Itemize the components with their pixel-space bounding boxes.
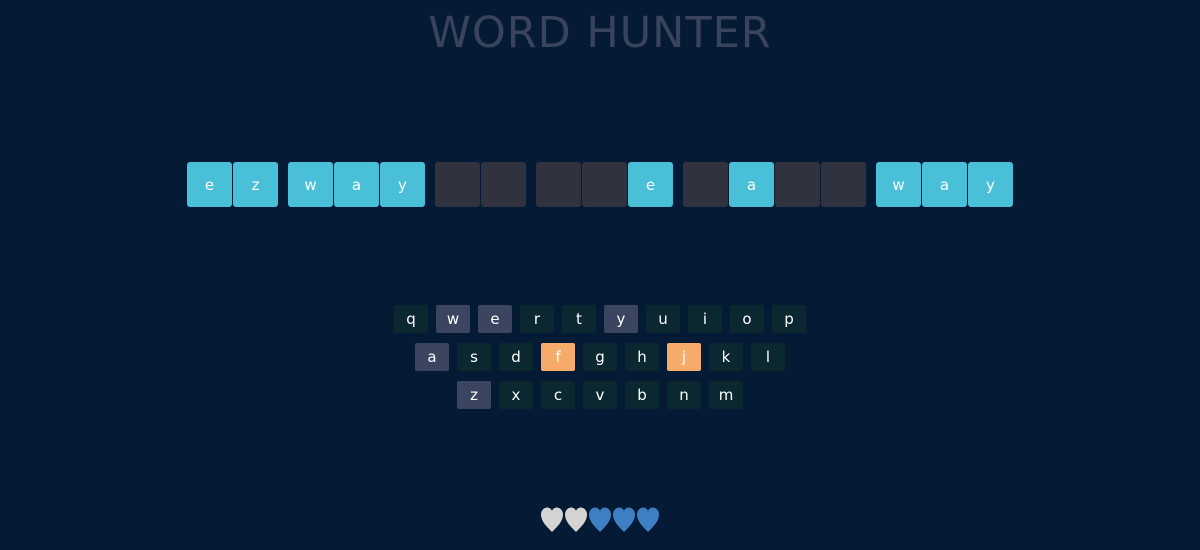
letter-keyboard: qwertyuiop asdfghjkl zxcvbnm [0, 305, 1200, 419]
word-group [435, 162, 526, 207]
letter-tile-revealed: w [876, 162, 921, 207]
letter-tile-hidden [821, 162, 866, 207]
key-l[interactable]: l [751, 343, 785, 371]
key-g[interactable]: g [583, 343, 617, 371]
key-o[interactable]: o [730, 305, 764, 333]
letter-tile-revealed: a [334, 162, 379, 207]
letter-tile-revealed: y [968, 162, 1013, 207]
key-x[interactable]: x [499, 381, 533, 409]
letter-tile-hidden [435, 162, 480, 207]
word-board: ezwayeaway [0, 162, 1200, 207]
letter-tile-revealed: a [922, 162, 967, 207]
key-j[interactable]: j [667, 343, 701, 371]
heart-icon [589, 507, 611, 532]
keyboard-row: qwertyuiop [394, 305, 806, 333]
heart-icon [637, 507, 659, 532]
key-a[interactable]: a [415, 343, 449, 371]
lives-meter [0, 506, 1200, 534]
keyboard-row: asdfghjkl [415, 343, 785, 371]
letter-tile-revealed: e [628, 162, 673, 207]
heart-lost-icon [565, 507, 587, 532]
key-t[interactable]: t [562, 305, 596, 333]
word-group: a [683, 162, 866, 207]
key-k[interactable]: k [709, 343, 743, 371]
key-d[interactable]: d [499, 343, 533, 371]
letter-tile-hidden [683, 162, 728, 207]
key-n[interactable]: n [667, 381, 701, 409]
key-e[interactable]: e [478, 305, 512, 333]
key-u[interactable]: u [646, 305, 680, 333]
word-group: way [876, 162, 1013, 207]
letter-tile-revealed: y [380, 162, 425, 207]
key-i[interactable]: i [688, 305, 722, 333]
key-q[interactable]: q [394, 305, 428, 333]
key-z[interactable]: z [457, 381, 491, 409]
key-h[interactable]: h [625, 343, 659, 371]
key-y[interactable]: y [604, 305, 638, 333]
letter-tile-hidden [536, 162, 581, 207]
key-c[interactable]: c [541, 381, 575, 409]
key-f[interactable]: f [541, 343, 575, 371]
letter-tile-hidden [582, 162, 627, 207]
heart-lost-icon [541, 507, 563, 532]
game-title: WORD HUNTER [428, 8, 772, 58]
word-group: e [536, 162, 673, 207]
key-b[interactable]: b [625, 381, 659, 409]
letter-tile-hidden [775, 162, 820, 207]
key-v[interactable]: v [583, 381, 617, 409]
key-r[interactable]: r [520, 305, 554, 333]
heart-icon [613, 507, 635, 532]
letter-tile-hidden [481, 162, 526, 207]
key-m[interactable]: m [709, 381, 743, 409]
keyboard-row: zxcvbnm [457, 381, 743, 409]
letter-tile-revealed: w [288, 162, 333, 207]
key-w[interactable]: w [436, 305, 470, 333]
key-s[interactable]: s [457, 343, 491, 371]
letter-tile-revealed: z [233, 162, 278, 207]
key-p[interactable]: p [772, 305, 806, 333]
word-group: ez [187, 162, 278, 207]
letter-tile-revealed: a [729, 162, 774, 207]
word-group: way [288, 162, 425, 207]
letter-tile-revealed: e [187, 162, 232, 207]
